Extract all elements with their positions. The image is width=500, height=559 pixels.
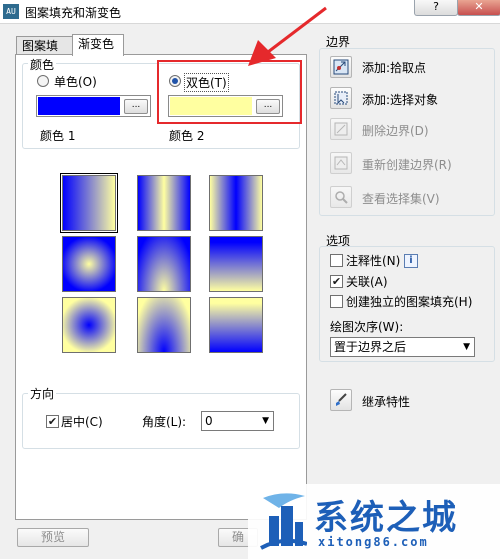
tab-gradient[interactable]: 渐变色 (72, 34, 124, 56)
remove-boundaries-label: 删除边界(D) (362, 124, 429, 138)
tab-hatch[interactable]: 图案填充 (16, 36, 73, 71)
remove-boundaries-button[interactable] (330, 118, 352, 140)
annotative-checkbox[interactable] (330, 254, 343, 267)
help-button[interactable]: ? (414, 0, 458, 16)
add-select-objects-label: 添加:选择对象 (362, 93, 439, 107)
draw-order-dropdown[interactable]: 置于边界之后 ▼ (330, 337, 475, 357)
gradient-pattern-spherical[interactable] (62, 236, 116, 292)
draw-order-value: 置于边界之后 (334, 340, 407, 354)
color1-swatch[interactable]: ... (36, 95, 151, 117)
gradient-pattern-inverted-spherical[interactable] (62, 297, 116, 353)
separate-hatches-checkbox[interactable] (330, 295, 343, 308)
city-logo-icon (260, 493, 307, 550)
add-select-objects-button[interactable] (330, 87, 352, 109)
color2-label: 颜色 2 (169, 129, 205, 143)
centered-label: 居中(C) (61, 415, 103, 429)
magnifier-icon (335, 191, 348, 204)
gradient-pattern-curved[interactable] (209, 236, 263, 292)
view-selections-button[interactable] (330, 186, 352, 208)
annotative-label: 注释性(N) (346, 254, 401, 268)
color1-fill (38, 97, 120, 115)
recreate-boundary-button[interactable] (330, 152, 352, 174)
add-pick-points-button[interactable] (330, 56, 352, 78)
angle-dropdown[interactable]: 0 ▼ (201, 411, 274, 431)
angle-value: 0 (205, 414, 213, 428)
single-color-radio[interactable] (37, 75, 49, 87)
color-group-title: 颜色 (28, 56, 57, 73)
gradient-pattern-inverted-curved[interactable] (209, 297, 263, 353)
remove-boundaries-icon (334, 122, 348, 136)
inherit-properties-label: 继承特性 (362, 395, 411, 409)
gradient-pattern-cylinder[interactable] (137, 175, 191, 231)
angle-label: 角度(L): (142, 415, 187, 429)
preview-button[interactable]: 预览 (17, 528, 89, 547)
gradient-pattern-inverted-cylinder[interactable] (209, 175, 263, 231)
inherit-properties-button[interactable] (330, 389, 352, 411)
associative-checkbox[interactable]: ✔ (330, 275, 343, 288)
associative-label: 关联(A) (346, 275, 388, 289)
watermark-title: 系统之城 (314, 498, 458, 538)
info-icon[interactable]: i (404, 254, 418, 268)
single-color-label: 单色(O) (54, 75, 97, 89)
add-pick-points-label: 添加:拾取点 (362, 61, 427, 75)
gradient-pattern-inverted-hemispherical[interactable] (137, 297, 191, 353)
app-icon: AU (3, 4, 19, 19)
separate-hatches-label: 创建独立的图案填充(H) (346, 295, 473, 309)
draw-order-label: 绘图次序(W): (330, 320, 404, 334)
select-objects-icon (334, 91, 348, 105)
recreate-boundary-icon (334, 156, 348, 170)
chevron-down-icon: ▼ (262, 416, 269, 426)
chevron-down-icon: ▼ (463, 342, 470, 352)
watermark-url: xitong86.com (318, 535, 429, 549)
close-button[interactable]: ✕ (457, 0, 500, 16)
orientation-group-title: 方向 (28, 385, 57, 402)
gradient-pattern-hemispherical[interactable] (137, 236, 191, 292)
title-bar: AU 图案填充和渐变色 ? ✕ (0, 0, 500, 24)
color1-browse-button[interactable]: ... (124, 99, 148, 114)
recreate-boundary-label: 重新创建边界(R) (362, 158, 452, 172)
watermark: 系统之城 xitong86.com (248, 484, 500, 559)
color1-label: 颜色 1 (40, 129, 76, 143)
highlight-box (157, 60, 302, 124)
pick-points-icon (333, 59, 349, 75)
gradient-pattern-linear[interactable] (60, 173, 118, 233)
paintbrush-icon (336, 393, 347, 406)
centered-checkbox[interactable]: ✔ (46, 415, 59, 428)
view-selections-label: 查看选择集(V) (362, 192, 440, 206)
window-title: 图案填充和渐变色 (25, 6, 122, 20)
